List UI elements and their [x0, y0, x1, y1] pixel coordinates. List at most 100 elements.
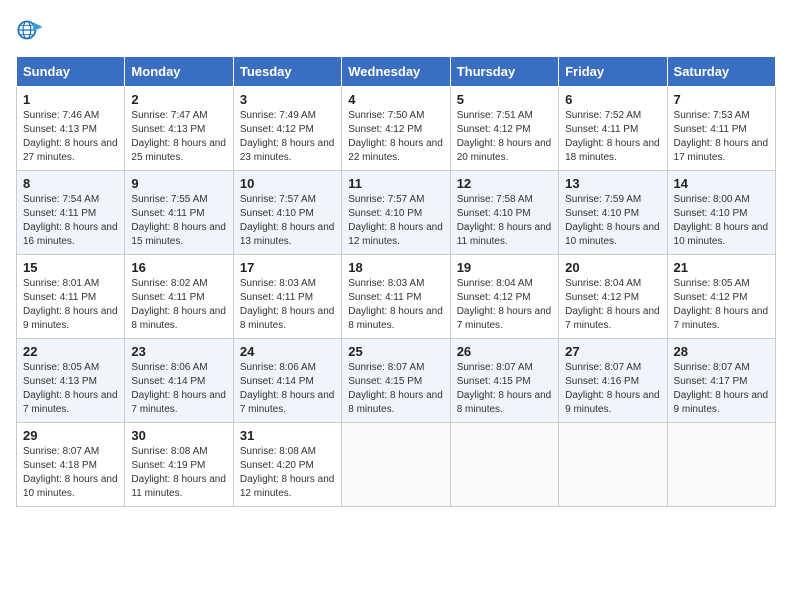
day-number: 17: [240, 260, 335, 275]
calendar-week-row: 15 Sunrise: 8:01 AMSunset: 4:11 PMDayligh…: [17, 255, 776, 339]
calendar-cell: 9 Sunrise: 7:55 AMSunset: 4:11 PMDaylight…: [125, 171, 233, 255]
day-number: 29: [23, 428, 118, 443]
cell-info: Sunrise: 8:04 AMSunset: 4:12 PMDaylight:…: [565, 277, 660, 333]
day-number: 25: [348, 344, 443, 359]
cell-info: Sunrise: 7:50 AMSunset: 4:12 PMDaylight:…: [348, 109, 443, 165]
calendar-cell: 13 Sunrise: 7:59 AMSunset: 4:10 PMDayligh…: [559, 171, 667, 255]
cell-info: Sunrise: 7:55 AMSunset: 4:11 PMDaylight:…: [131, 193, 226, 249]
calendar-cell: 17 Sunrise: 8:03 AMSunset: 4:11 PMDayligh…: [233, 255, 341, 339]
calendar-cell: 5 Sunrise: 7:51 AMSunset: 4:12 PMDaylight…: [450, 87, 558, 171]
calendar-cell: 16 Sunrise: 8:02 AMSunset: 4:11 PMDayligh…: [125, 255, 233, 339]
calendar-cell: [450, 423, 558, 507]
day-number: 2: [131, 92, 226, 107]
header-monday: Monday: [125, 57, 233, 87]
calendar-cell: [667, 423, 775, 507]
day-number: 21: [674, 260, 769, 275]
calendar-cell: 14 Sunrise: 8:00 AMSunset: 4:10 PMDayligh…: [667, 171, 775, 255]
calendar-cell: 1 Sunrise: 7:46 AMSunset: 4:13 PMDaylight…: [17, 87, 125, 171]
day-number: 31: [240, 428, 335, 443]
day-number: 7: [674, 92, 769, 107]
cell-info: Sunrise: 7:49 AMSunset: 4:12 PMDaylight:…: [240, 109, 335, 165]
cell-info: Sunrise: 8:05 AMSunset: 4:12 PMDaylight:…: [674, 277, 769, 333]
cell-info: Sunrise: 8:07 AMSunset: 4:16 PMDaylight:…: [565, 361, 660, 417]
cell-info: Sunrise: 8:04 AMSunset: 4:12 PMDaylight:…: [457, 277, 552, 333]
cell-info: Sunrise: 8:07 AMSunset: 4:15 PMDaylight:…: [457, 361, 552, 417]
cell-info: Sunrise: 8:02 AMSunset: 4:11 PMDaylight:…: [131, 277, 226, 333]
header-friday: Friday: [559, 57, 667, 87]
calendar-header-row: SundayMondayTuesdayWednesdayThursdayFrid…: [17, 57, 776, 87]
calendar-cell: 25 Sunrise: 8:07 AMSunset: 4:15 PMDayligh…: [342, 339, 450, 423]
day-number: 5: [457, 92, 552, 107]
calendar-cell: 7 Sunrise: 7:53 AMSunset: 4:11 PMDaylight…: [667, 87, 775, 171]
cell-info: Sunrise: 7:46 AMSunset: 4:13 PMDaylight:…: [23, 109, 118, 165]
calendar-cell: 28Sunrise: 8:07 AMSunset: 4:17 PMDayligh…: [667, 339, 775, 423]
cell-info: Sunrise: 8:08 AMSunset: 4:20 PMDaylight:…: [240, 445, 335, 501]
calendar-week-row: 1 Sunrise: 7:46 AMSunset: 4:13 PMDaylight…: [17, 87, 776, 171]
day-number: 23: [131, 344, 226, 359]
calendar-week-row: 29 Sunrise: 8:07 AMSunset: 4:18 PMDayligh…: [17, 423, 776, 507]
calendar-cell: 10 Sunrise: 7:57 AMSunset: 4:10 PMDayligh…: [233, 171, 341, 255]
calendar-cell: 26 Sunrise: 8:07 AMSunset: 4:15 PMDayligh…: [450, 339, 558, 423]
day-number: 12: [457, 176, 552, 191]
day-number: 10: [240, 176, 335, 191]
calendar-cell: 24 Sunrise: 8:06 AMSunset: 4:14 PMDayligh…: [233, 339, 341, 423]
day-number: 16: [131, 260, 226, 275]
calendar-cell: 29 Sunrise: 8:07 AMSunset: 4:18 PMDayligh…: [17, 423, 125, 507]
calendar-cell: 15 Sunrise: 8:01 AMSunset: 4:11 PMDayligh…: [17, 255, 125, 339]
day-number: 9: [131, 176, 226, 191]
calendar-week-row: 8Sunrise: 7:54 AMSunset: 4:11 PMDaylight…: [17, 171, 776, 255]
cell-info: Sunrise: 7:51 AMSunset: 4:12 PMDaylight:…: [457, 109, 552, 165]
cell-info: Sunrise: 8:06 AMSunset: 4:14 PMDaylight:…: [240, 361, 335, 417]
day-number: 19: [457, 260, 552, 275]
cell-info: Sunrise: 8:07 AMSunset: 4:15 PMDaylight:…: [348, 361, 443, 417]
day-number: 13: [565, 176, 660, 191]
header-sunday: Sunday: [17, 57, 125, 87]
day-number: 20: [565, 260, 660, 275]
calendar-cell: 22Sunrise: 8:05 AMSunset: 4:13 PMDayligh…: [17, 339, 125, 423]
day-number: 26: [457, 344, 552, 359]
cell-info: Sunrise: 8:07 AMSunset: 4:18 PMDaylight:…: [23, 445, 118, 501]
day-number: 22: [23, 344, 118, 359]
cell-info: Sunrise: 7:53 AMSunset: 4:11 PMDaylight:…: [674, 109, 769, 165]
cell-info: Sunrise: 7:59 AMSunset: 4:10 PMDaylight:…: [565, 193, 660, 249]
day-number: 18: [348, 260, 443, 275]
calendar-cell: [559, 423, 667, 507]
day-number: 14: [674, 176, 769, 191]
cell-info: Sunrise: 7:58 AMSunset: 4:10 PMDaylight:…: [457, 193, 552, 249]
header-saturday: Saturday: [667, 57, 775, 87]
calendar-cell: 8Sunrise: 7:54 AMSunset: 4:11 PMDaylight…: [17, 171, 125, 255]
calendar-cell: 3Sunrise: 7:49 AMSunset: 4:12 PMDaylight…: [233, 87, 341, 171]
calendar-cell: 23Sunrise: 8:06 AMSunset: 4:14 PMDayligh…: [125, 339, 233, 423]
day-number: 1: [23, 92, 118, 107]
cell-info: Sunrise: 7:52 AMSunset: 4:11 PMDaylight:…: [565, 109, 660, 165]
calendar-cell: 4Sunrise: 7:50 AMSunset: 4:12 PMDaylight…: [342, 87, 450, 171]
calendar-cell: 18 Sunrise: 8:03 AMSunset: 4:11 PMDayligh…: [342, 255, 450, 339]
day-number: 30: [131, 428, 226, 443]
header-thursday: Thursday: [450, 57, 558, 87]
calendar-cell: 31 Sunrise: 8:08 AMSunset: 4:20 PMDayligh…: [233, 423, 341, 507]
calendar-cell: 2Sunrise: 7:47 AMSunset: 4:13 PMDaylight…: [125, 87, 233, 171]
cell-info: Sunrise: 8:03 AMSunset: 4:11 PMDaylight:…: [348, 277, 443, 333]
day-number: 28: [674, 344, 769, 359]
day-number: 15: [23, 260, 118, 275]
calendar-week-row: 22Sunrise: 8:05 AMSunset: 4:13 PMDayligh…: [17, 339, 776, 423]
calendar-cell: 19 Sunrise: 8:04 AMSunset: 4:12 PMDayligh…: [450, 255, 558, 339]
cell-info: Sunrise: 8:00 AMSunset: 4:10 PMDaylight:…: [674, 193, 769, 249]
calendar-cell: 30Sunrise: 8:08 AMSunset: 4:19 PMDayligh…: [125, 423, 233, 507]
cell-info: Sunrise: 7:57 AMSunset: 4:10 PMDaylight:…: [240, 193, 335, 249]
calendar-cell: [342, 423, 450, 507]
calendar-cell: 20 Sunrise: 8:04 AMSunset: 4:12 PMDayligh…: [559, 255, 667, 339]
cell-info: Sunrise: 8:01 AMSunset: 4:11 PMDaylight:…: [23, 277, 118, 333]
calendar-cell: 27 Sunrise: 8:07 AMSunset: 4:16 PMDayligh…: [559, 339, 667, 423]
calendar-cell: 12 Sunrise: 7:58 AMSunset: 4:10 PMDayligh…: [450, 171, 558, 255]
logo: [16, 16, 48, 44]
day-number: 27: [565, 344, 660, 359]
day-number: 24: [240, 344, 335, 359]
page-header: [16, 16, 776, 44]
day-number: 11: [348, 176, 443, 191]
cell-info: Sunrise: 8:03 AMSunset: 4:11 PMDaylight:…: [240, 277, 335, 333]
calendar-cell: 21 Sunrise: 8:05 AMSunset: 4:12 PMDayligh…: [667, 255, 775, 339]
calendar-cell: 11Sunrise: 7:57 AMSunset: 4:10 PMDayligh…: [342, 171, 450, 255]
header-wednesday: Wednesday: [342, 57, 450, 87]
day-number: 8: [23, 176, 118, 191]
